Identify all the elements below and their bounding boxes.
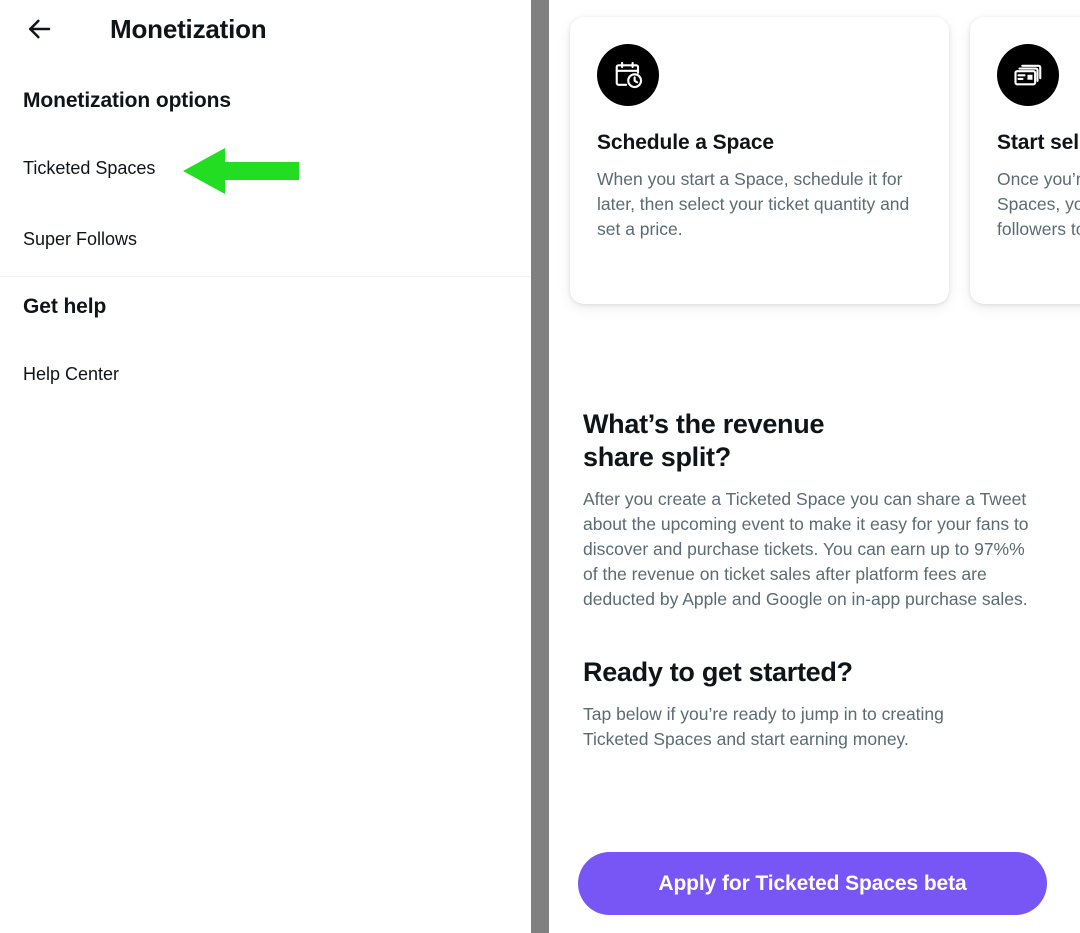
sidebar-item-ticketed-spaces[interactable]: Ticketed Spaces bbox=[23, 158, 155, 179]
ready-to-start-heading: Ready to get started? bbox=[583, 657, 853, 687]
ready-to-start-body: Tap below if you’re ready to jump in to … bbox=[583, 704, 944, 749]
calendar-clock-icon bbox=[597, 44, 659, 106]
sidebar-item-super-follows[interactable]: Super Follows bbox=[23, 229, 137, 250]
panel-divider bbox=[531, 0, 549, 933]
apply-for-ticketed-spaces-beta-button[interactable]: Apply for Ticketed Spaces beta bbox=[578, 852, 1047, 915]
section-heading-monetization-options: Monetization options bbox=[23, 89, 231, 112]
app-screen: Monetization Monetization options Ticket… bbox=[0, 0, 1080, 933]
page-title: Monetization bbox=[110, 13, 267, 44]
settings-sidebar: Monetization Monetization options Ticket… bbox=[0, 0, 531, 933]
info-card-schedule-a-space[interactable]: Schedule a Space When you start a Space,… bbox=[570, 17, 949, 304]
sidebar-header: Monetization bbox=[0, 0, 531, 58]
section-heading-get-help: Get help bbox=[23, 295, 107, 318]
info-card-body: When you start a Space, schedule it for … bbox=[597, 169, 910, 239]
back-arrow-icon[interactable] bbox=[22, 12, 56, 46]
sidebar-item-help-center[interactable]: Help Center bbox=[23, 364, 119, 385]
revenue-share-heading-line1: What’s the revenue bbox=[583, 409, 825, 439]
info-card-title: Start selling bbox=[997, 131, 1080, 154]
info-card-start-selling[interactable]: Start selling Once you’re approved for T… bbox=[970, 17, 1080, 304]
detail-panel: Schedule a Space When you start a Space,… bbox=[549, 0, 1080, 933]
info-card-body: Once you’re approved for Ticketed Spaces… bbox=[997, 169, 1080, 239]
info-card-carousel[interactable]: Schedule a Space When you start a Space,… bbox=[570, 17, 1080, 304]
detail-content: What’s the revenue share split? After yo… bbox=[583, 408, 1053, 752]
revenue-share-heading: What’s the revenue share split? bbox=[583, 408, 843, 474]
sidebar-divider bbox=[0, 276, 531, 277]
info-card-title: Schedule a Space bbox=[597, 131, 774, 154]
revenue-share-body: After you create a Ticketed Space you ca… bbox=[583, 489, 1029, 609]
annotation-arrow-left-icon bbox=[183, 148, 299, 194]
tickets-cards-icon bbox=[997, 44, 1059, 106]
revenue-share-heading-line2: share split? bbox=[583, 442, 731, 472]
